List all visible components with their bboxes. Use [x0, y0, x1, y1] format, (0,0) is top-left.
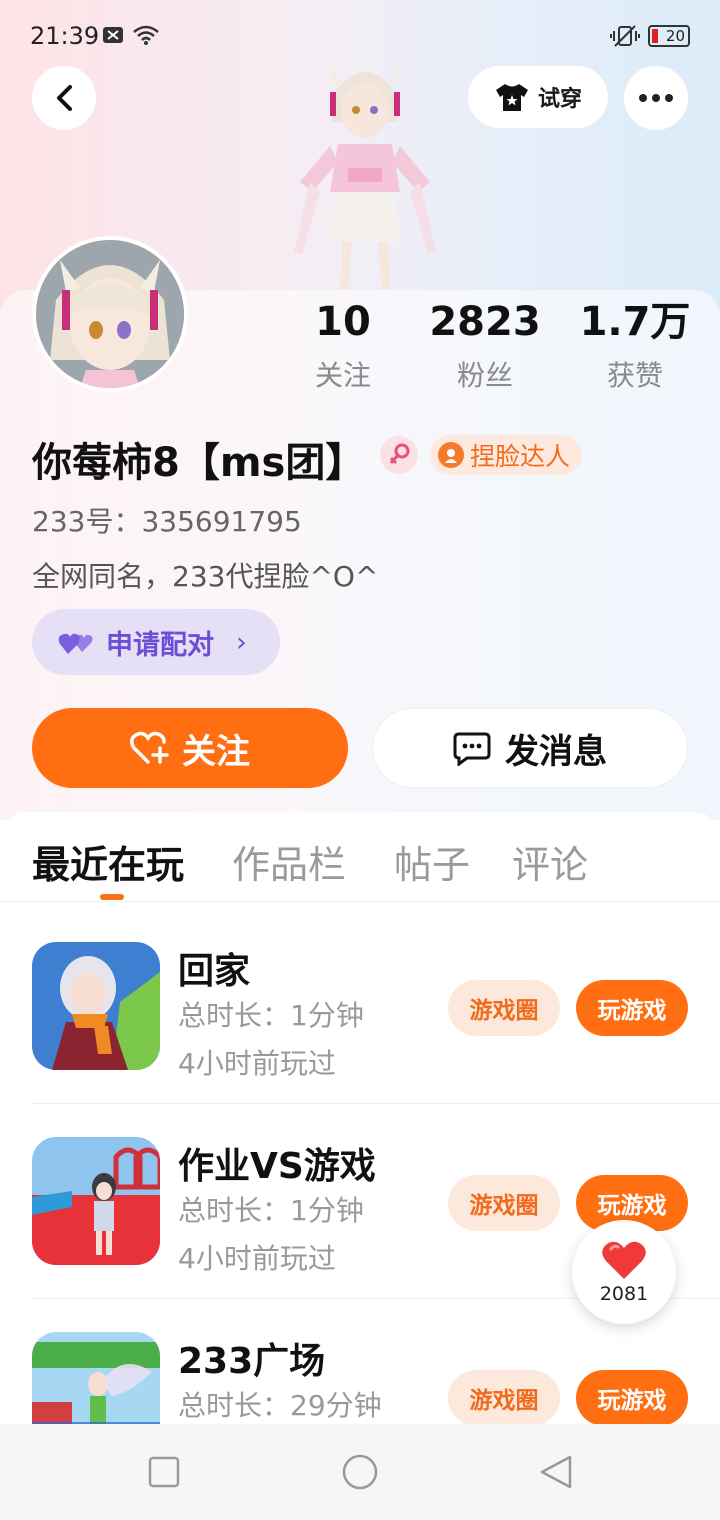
hearts-icon — [58, 633, 93, 654]
tab-recent-played[interactable]: 最近在玩 — [32, 834, 184, 889]
game-duration: 总时长：1分钟 — [178, 999, 364, 1032]
vibrate-icon — [610, 24, 640, 52]
stat-likes[interactable]: 1.7万 获赞 — [560, 298, 710, 394]
game-duration: 总时长：29分钟 — [178, 1389, 382, 1422]
stat-fans-count: 2823 — [429, 299, 541, 345]
game-circle-button[interactable]: 游戏圈 — [448, 980, 560, 1036]
chat-bubble-icon — [453, 732, 491, 766]
try-on-button[interactable]: 试穿 — [468, 66, 608, 128]
game-duration: 总时长：1分钟 — [178, 1194, 364, 1227]
system-navigation-bar — [0, 1424, 720, 1520]
stat-following[interactable]: 10 关注 — [268, 298, 418, 394]
tab-comments[interactable]: 评论 — [512, 834, 588, 889]
chevron-right-icon: › — [236, 626, 247, 658]
wifi-icon — [132, 24, 160, 50]
back-button[interactable] — [32, 66, 96, 130]
send-message-label: 发消息 — [505, 731, 607, 772]
back-nav-icon[interactable] — [538, 1454, 574, 1490]
profile-tabs: 最近在玩 作品栏 帖子 评论 — [0, 820, 720, 902]
notification-icon — [102, 26, 124, 48]
home-icon[interactable] — [341, 1453, 379, 1491]
title-badge-label: 捏脸达人 — [470, 442, 571, 471]
chevron-left-icon — [57, 85, 72, 111]
face-badge-icon — [438, 442, 464, 468]
active-tab-indicator — [100, 894, 124, 900]
status-time: 21:39 — [30, 22, 100, 50]
game-thumbnail[interactable] — [32, 942, 160, 1070]
heart-plus-icon — [130, 731, 169, 764]
more-dot-icon — [665, 94, 673, 102]
like-count: 2081 — [599, 1283, 649, 1305]
title-badge[interactable]: 捏脸达人 — [430, 435, 583, 475]
request-pair-button[interactable]: 申请配对 › — [32, 609, 280, 675]
more-dot-icon — [639, 94, 647, 102]
stat-likes-label: 获赞 — [606, 359, 663, 392]
battery-indicator: 20 — [648, 25, 690, 47]
request-pair-label: 申请配对 — [106, 629, 214, 661]
game-last-played: 4小时前玩过 — [178, 1242, 336, 1275]
game-title: 233广场 — [178, 1341, 326, 1382]
send-message-button[interactable]: 发消息 — [372, 708, 688, 788]
profile-stats: 10 关注 2823 粉丝 1.7万 获赞 — [0, 298, 720, 398]
follow-label: 关注 — [182, 731, 250, 772]
game-circle-button[interactable]: 游戏圈 — [448, 1370, 560, 1426]
recent-apps-icon[interactable] — [148, 1456, 180, 1488]
play-game-button[interactable]: 玩游戏 — [576, 1370, 688, 1426]
try-on-label: 试穿 — [537, 87, 582, 112]
female-icon — [380, 436, 418, 474]
stat-fans-label: 粉丝 — [456, 359, 513, 392]
character-avatar-figure[interactable] — [290, 52, 440, 290]
stat-fans[interactable]: 2823 粉丝 — [410, 298, 560, 394]
tshirt-icon — [495, 84, 528, 111]
game-thumbnail[interactable] — [32, 1137, 160, 1265]
follow-button[interactable]: 关注 — [32, 708, 348, 788]
game-last-played: 4小时前玩过 — [178, 1047, 336, 1080]
stat-following-label: 关注 — [314, 359, 371, 392]
heart-icon — [602, 1241, 646, 1279]
play-game-button[interactable]: 玩游戏 — [576, 980, 688, 1036]
more-dot-icon — [652, 94, 660, 102]
more-options-button[interactable] — [624, 66, 688, 130]
profile-name: 你莓柿8【ms团】 — [32, 440, 366, 486]
game-title: 回家 — [178, 951, 251, 992]
tab-posts[interactable]: 帖子 — [394, 834, 470, 889]
tab-works[interactable]: 作品栏 — [232, 834, 346, 889]
game-row[interactable]: 回家 总时长：1分钟 4小时前玩过 游戏圈 玩游戏 — [0, 902, 720, 1097]
floating-like-button[interactable]: 2081 — [572, 1220, 676, 1324]
game-title: 作业VS游戏 — [178, 1146, 376, 1187]
user-id[interactable]: 233号：335691795 — [32, 500, 302, 540]
profile-bio: 全网同名，233代捏脸^O^ — [32, 560, 379, 593]
game-circle-button[interactable]: 游戏圈 — [448, 1175, 560, 1231]
stat-following-count: 10 — [315, 299, 371, 345]
stat-likes-count: 1.7万 — [579, 299, 691, 345]
